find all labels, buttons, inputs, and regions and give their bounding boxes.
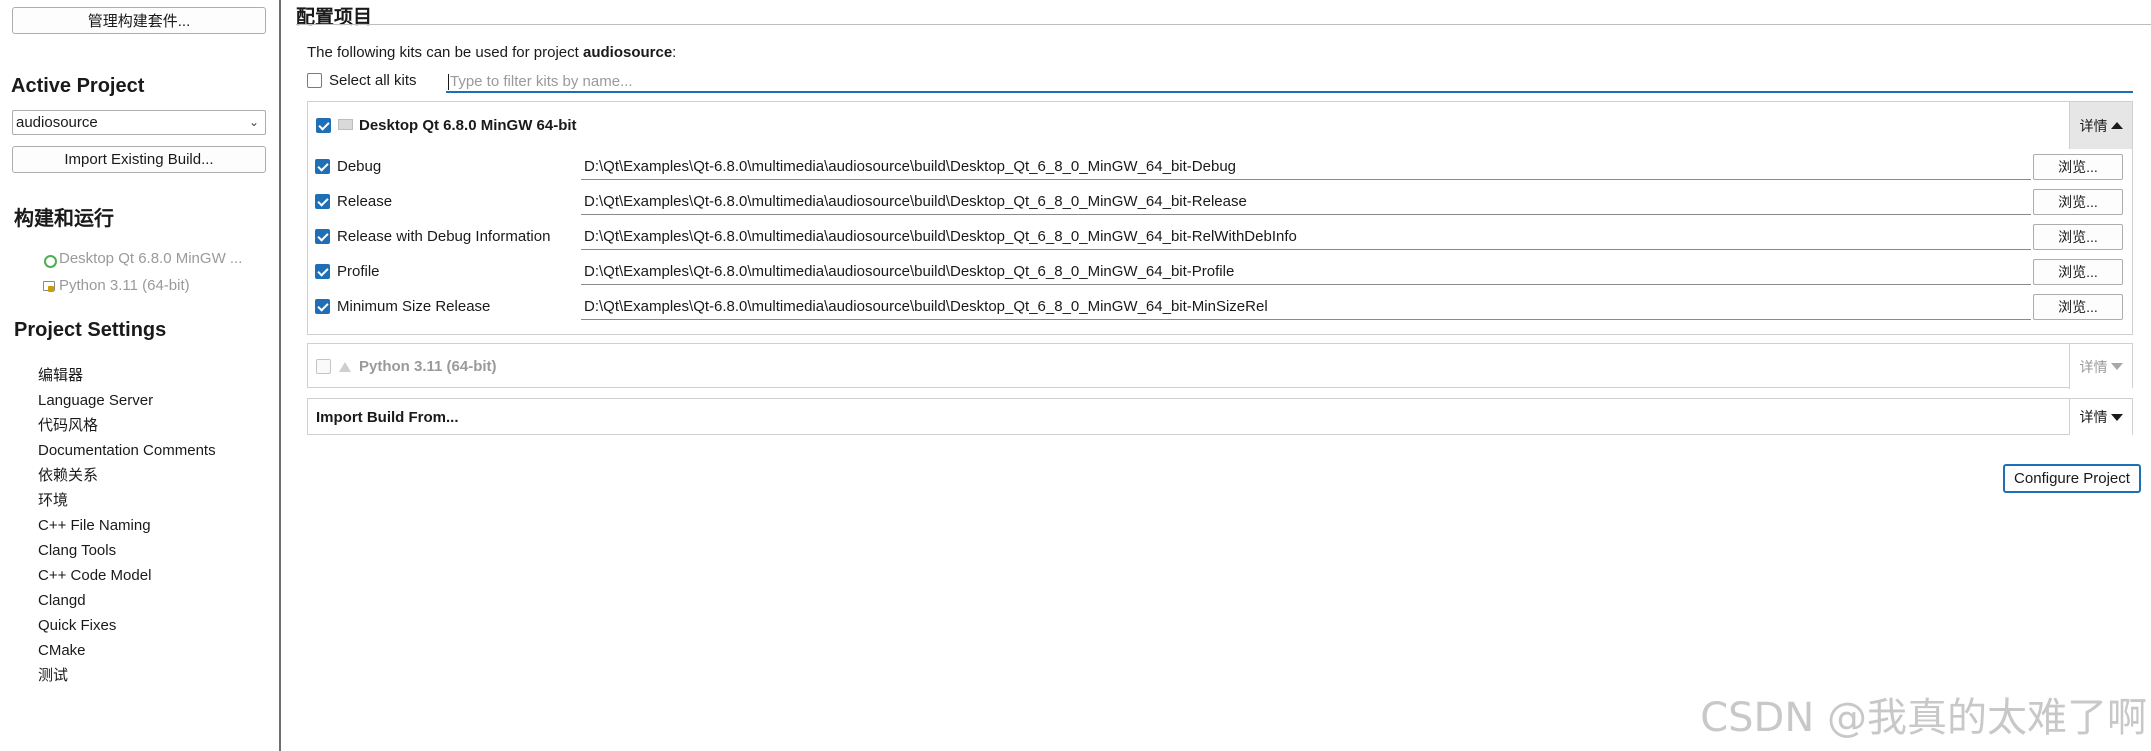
sidebar-kit-label: Desktop Qt 6.8.0 MinGW ... bbox=[59, 250, 243, 267]
build-config-row: Release with Debug Information 浏览... bbox=[308, 220, 2132, 255]
kit-header-python: Python 3.11 (64-bit) 详情 bbox=[308, 344, 2132, 389]
settings-item-code-style[interactable]: 代码风格 bbox=[38, 413, 216, 438]
import-build-label: Import Build From... bbox=[316, 408, 459, 426]
intro-suffix: : bbox=[672, 44, 677, 61]
details-label: 详情 bbox=[2079, 409, 2108, 425]
kit-desktop-details-button[interactable]: 详情 bbox=[2069, 102, 2132, 149]
settings-item-clang-tools[interactable]: Clang Tools bbox=[38, 538, 216, 563]
kit-desktop-label: Desktop Qt 6.8.0 MinGW 64-bit bbox=[359, 116, 577, 134]
settings-item-cmake[interactable]: CMake bbox=[38, 638, 216, 663]
project-select[interactable]: audiosource ⌄ bbox=[12, 110, 266, 135]
settings-item-language-server[interactable]: Language Server bbox=[38, 388, 216, 413]
text-cursor bbox=[448, 74, 449, 90]
settings-item-dependencies[interactable]: 依赖关系 bbox=[38, 463, 216, 488]
settings-item-documentation-comments[interactable]: Documentation Comments bbox=[38, 438, 216, 463]
chevron-down-icon: ⌄ bbox=[248, 115, 259, 129]
active-project-heading: Active Project bbox=[11, 75, 145, 97]
arrow-up-icon bbox=[2110, 122, 2123, 129]
sidebar: 管理构建套件... Active Project audiosource ⌄ I… bbox=[0, 0, 281, 751]
import-build-details-button[interactable]: 详情 bbox=[2069, 399, 2132, 435]
browse-button[interactable]: 浏览... bbox=[2033, 154, 2123, 180]
kit-desktop-checkbox[interactable] bbox=[316, 117, 331, 133]
settings-item-quick-fixes[interactable]: Quick Fixes bbox=[38, 613, 216, 638]
kit-python-checkbox[interactable] bbox=[316, 359, 331, 374]
config-name: Profile bbox=[337, 263, 380, 280]
configure-project-page: 配置项目 The following kits can be used for … bbox=[283, 0, 2151, 751]
build-config-row: Profile 浏览... bbox=[308, 255, 2132, 290]
project-select-value: audiosource bbox=[16, 114, 98, 131]
desktop-kit-icon bbox=[42, 253, 57, 268]
build-config-row: Release 浏览... bbox=[308, 185, 2132, 220]
monitor-icon bbox=[338, 119, 353, 131]
build-config-row: Debug 浏览... bbox=[308, 150, 2132, 185]
configure-project-button[interactable]: Configure Project bbox=[2003, 464, 2141, 493]
import-build-panel: Import Build From... 详情 bbox=[307, 398, 2133, 435]
settings-item-clangd[interactable]: Clangd bbox=[38, 588, 216, 613]
config-name: Release with Debug Information bbox=[337, 228, 551, 245]
details-label: 详情 bbox=[2079, 358, 2108, 375]
config-checkbox[interactable] bbox=[315, 159, 330, 174]
settings-item-cpp-code-model[interactable]: C++ Code Model bbox=[38, 563, 216, 588]
browse-button[interactable]: 浏览... bbox=[2033, 294, 2123, 320]
import-existing-build-button[interactable]: Import Existing Build... bbox=[12, 146, 266, 173]
settings-item-testing[interactable]: 测试 bbox=[38, 663, 216, 688]
config-path-input[interactable] bbox=[581, 154, 2031, 180]
select-all-kits[interactable]: Select all kits bbox=[307, 72, 417, 89]
config-path-input[interactable] bbox=[581, 189, 2031, 215]
kits-intro-text: The following kits can be used for proje… bbox=[307, 44, 676, 61]
kit-header-desktop: Desktop Qt 6.8.0 MinGW 64-bit 详情 bbox=[308, 102, 2132, 149]
python-kit-icon bbox=[42, 280, 55, 292]
config-checkbox[interactable] bbox=[315, 194, 330, 209]
title-divider bbox=[296, 24, 2151, 25]
sidebar-kit-desktop[interactable]: Desktop Qt 6.8.0 MinGW ... bbox=[42, 250, 243, 268]
import-build-header: Import Build From... 详情 bbox=[308, 399, 2132, 435]
settings-item-environment[interactable]: 环境 bbox=[38, 488, 216, 513]
kit-panel-python: Python 3.11 (64-bit) 详情 bbox=[307, 343, 2133, 389]
settings-item-cpp-file-naming[interactable]: C++ File Naming bbox=[38, 513, 216, 538]
project-settings-list: 编辑器 Language Server 代码风格 Documentation C… bbox=[38, 363, 216, 688]
sidebar-kit-label: Python 3.11 (64-bit) bbox=[59, 277, 190, 294]
config-path-input[interactable] bbox=[581, 259, 2031, 285]
config-checkbox[interactable] bbox=[315, 299, 330, 314]
build-run-heading: 构建和运行 bbox=[14, 208, 114, 230]
config-path-input[interactable] bbox=[581, 294, 2031, 320]
kit-python-details-button[interactable]: 详情 bbox=[2069, 344, 2132, 389]
arrow-down-icon bbox=[2110, 363, 2123, 370]
config-path-input[interactable] bbox=[581, 224, 2031, 250]
kit-filter-input[interactable] bbox=[446, 71, 2133, 93]
config-name: Minimum Size Release bbox=[337, 298, 491, 315]
kit-python-label: Python 3.11 (64-bit) bbox=[359, 358, 497, 375]
config-checkbox[interactable] bbox=[315, 264, 330, 279]
arrow-down-icon bbox=[2110, 413, 2123, 421]
select-all-label: Select all kits bbox=[329, 72, 417, 89]
intro-prefix: The following kits can be used for proje… bbox=[307, 44, 583, 61]
config-name: Release bbox=[337, 193, 393, 210]
browse-button[interactable]: 浏览... bbox=[2033, 259, 2123, 285]
config-checkbox[interactable] bbox=[315, 229, 330, 244]
browse-button[interactable]: 浏览... bbox=[2033, 189, 2123, 215]
intro-project-name: audiosource bbox=[582, 44, 673, 61]
details-label: 详情 bbox=[2079, 117, 2108, 134]
browse-button[interactable]: 浏览... bbox=[2033, 224, 2123, 250]
select-all-checkbox[interactable] bbox=[307, 73, 322, 88]
config-name: Debug bbox=[337, 158, 382, 175]
project-settings-heading: Project Settings bbox=[14, 319, 167, 341]
build-config-row: Minimum Size Release 浏览... bbox=[308, 290, 2132, 325]
settings-item-editor[interactable]: 编辑器 bbox=[38, 363, 216, 388]
warning-icon bbox=[338, 361, 352, 373]
sidebar-kit-python[interactable]: Python 3.11 (64-bit) bbox=[42, 277, 190, 294]
manage-kits-button[interactable]: 管理构建套件... bbox=[12, 7, 266, 34]
kit-panel-desktop: Desktop Qt 6.8.0 MinGW 64-bit 详情 Debug 浏… bbox=[307, 101, 2133, 335]
